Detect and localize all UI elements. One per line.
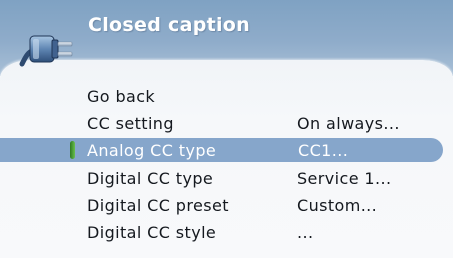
menu-item-value: Custom... [297,196,378,215]
menu-item-label: Go back [87,87,156,106]
menu-item-digital-cc-preset[interactable]: Digital CC preset Custom... [0,193,453,217]
menu-item-label: Digital CC preset [87,196,229,215]
menu-item-label: Digital CC type [87,169,214,188]
menu-item-value: Service 1... [297,169,392,188]
selection-marker [70,141,75,159]
selection-highlight [0,138,443,162]
menu-item-label: Analog CC type [87,141,217,160]
menu-list: Go back CC setting On always... Analog C… [0,0,453,258]
menu-item-value: ... [297,223,314,242]
menu-item-label: CC setting [87,114,174,133]
menu-item-label: Digital CC style [87,223,217,242]
menu-item-go-back[interactable]: Go back [0,84,453,108]
menu-item-digital-cc-style[interactable]: Digital CC style ... [0,220,453,244]
closed-caption-osd: Closed caption Go back CC setting On alw… [0,0,453,258]
menu-item-value: On always... [297,114,400,133]
menu-item-analog-cc-type[interactable]: Analog CC type CC1... [0,138,453,162]
menu-item-digital-cc-type[interactable]: Digital CC type Service 1... [0,166,453,190]
menu-item-cc-setting[interactable]: CC setting On always... [0,111,453,135]
menu-item-value: CC1... [298,141,349,160]
